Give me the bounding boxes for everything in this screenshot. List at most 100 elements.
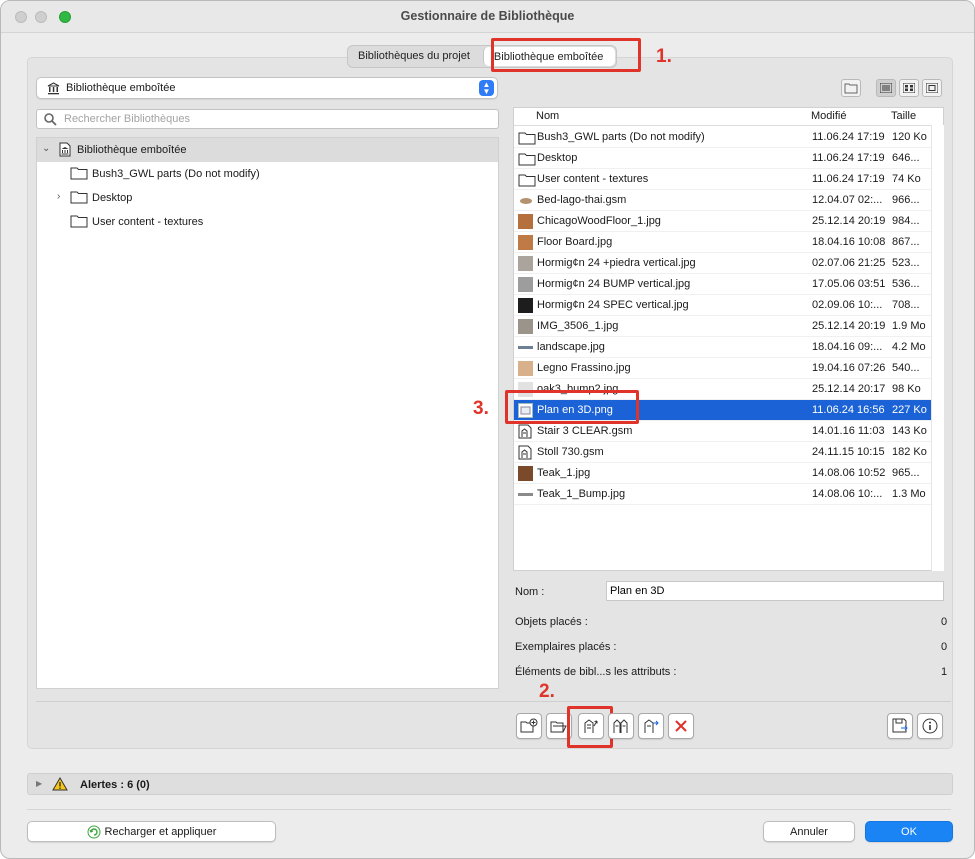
chevron-right-icon[interactable]: › [57,191,60,202]
file-modified: 18.04.16 09:... [812,341,883,353]
alerts-bar[interactable]: ▶ Alertes : 6 (0) [27,773,953,795]
file-row[interactable]: Hormig¢n 24 SPEC vertical.jpg 02.09.06 10… [514,295,943,316]
file-size: 984... [892,215,920,227]
chevron-down-icon[interactable]: ⌄ [42,143,50,154]
file-name: Plan en 3D.png [537,404,613,416]
tree-item-bush3-parts[interactable]: Bush3_GWL parts (Do not modify) [37,162,498,186]
library-object-icon [518,424,533,439]
cancel-button[interactable]: Annuler [763,821,855,842]
list-view-icon [880,83,892,93]
divider [36,701,951,702]
library-select[interactable]: Bibliothèque emboîtée ▲ ▼ [36,77,498,99]
file-row[interactable]: Desktop 11.06.24 17:19 646... [514,148,943,169]
file-name: Desktop [537,152,578,164]
tree-item-label: Bush3_GWL parts (Do not modify) [92,168,260,180]
file-row[interactable]: ChicagoWoodFloor_1.jpg 25.12.14 20:19 984.… [514,211,943,232]
library-tree[interactable]: ⌄ Bibliothèque emboîtée Bush3_GWL parts … [36,137,499,689]
view-mode-toolbar [876,79,942,97]
file-row[interactable]: Stoll 730.gsm 24.11.15 10:15 182 Ko [514,442,943,463]
file-row[interactable]: Plan en 3D.png 11.06.24 16:56 227 Ko [514,400,943,421]
file-name: IMG_3506_1.jpg [537,320,619,332]
file-size: 540... [892,362,920,374]
attribute-elements-label: Éléments de bibl...s les attributs : [515,666,677,678]
file-size: 227 Ko [892,404,927,416]
file-row[interactable]: Teak_1_Bump.jpg 14.08.06 10:... 1.3 Mo [514,484,943,505]
add-library-button[interactable] [516,713,542,739]
file-size: 74 Ko [892,173,921,185]
file-row[interactable]: Bed-lago-thai.gsm 12.04.07 02:... 966... [514,190,943,211]
library-search-field[interactable]: Rechercher Bibliothèques [36,109,499,129]
file-list-scrollbar[interactable] [931,125,944,571]
file-row[interactable]: landscape.jpg 18.04.16 09:... 4.2 Mo [514,337,943,358]
file-size: 120 Ko [892,131,927,143]
delete-button[interactable] [668,713,694,739]
file-row[interactable]: Hormig¢n 24 +piedra vertical.jpg 02.07.06… [514,253,943,274]
file-modified: 02.09.06 10:... [812,299,883,311]
folder-icon [70,166,88,183]
tree-item-embedded-library[interactable]: ⌄ Bibliothèque emboîtée [37,138,498,162]
file-name: Bush3_GWL parts (Do not modify) [537,131,705,143]
folder-icon [70,190,88,207]
file-size: 966... [892,194,920,206]
title-bar: Gestionnaire de Bibliothèque [1,1,974,33]
delete-x-icon [675,720,687,732]
tab-embedded-library[interactable]: Bibliothèque emboîtée [482,47,616,66]
grid-view-button[interactable] [899,79,919,97]
object-move-icon [644,719,659,733]
info-icon [922,718,938,734]
column-name[interactable]: Nom [536,110,559,122]
image-thumbnail [518,235,533,250]
file-modified: 11.06.24 16:56 [812,404,885,416]
file-size: 182 Ko [892,446,927,458]
export-object-button[interactable] [578,713,604,739]
column-modified[interactable]: Modifié [811,110,846,122]
new-folder-button[interactable] [841,79,861,97]
folder-icon [518,131,536,146]
file-name: Legno Frassino.jpg [537,362,631,374]
file-row[interactable]: Stair 3 CLEAR.gsm 14.01.16 11:03 143 Ko [514,421,943,442]
list-view-button[interactable] [876,79,896,97]
file-modified: 24.11.15 10:15 [812,446,885,458]
placed-instances-label: Exemplaires placés : [515,641,617,653]
object-export-icon [584,719,598,733]
open-folder-button[interactable] [546,713,572,739]
file-row[interactable]: Teak_1.jpg 14.08.06 10:52 965... [514,463,943,484]
folder-icon [844,83,858,94]
file-modified: 11.06.24 17:19 [812,131,885,143]
disclosure-triangle-icon[interactable]: ▶ [36,779,42,788]
window-title: Gestionnaire de Bibliothèque [400,9,575,23]
save-library-button[interactable] [887,713,913,739]
name-field[interactable] [606,581,944,601]
file-modified: 25.12.14 20:17 [812,383,886,395]
library-select-value: Bibliothèque emboîtée [66,82,176,94]
file-modified: 11.06.24 17:19 [812,173,885,185]
reload-apply-button[interactable]: Recharger et appliquer [27,821,276,842]
file-list[interactable]: Nom Modifié Taille Bush3_GWL parts (Do n… [513,107,944,571]
file-row[interactable]: User content - textures 11.06.24 17:19 74 … [514,169,943,190]
tree-item-desktop[interactable]: › Desktop [37,186,498,210]
tab-project-libraries[interactable]: Bibliothèques du projet [348,46,482,67]
file-row[interactable]: oak3_bump2.jpg 25.12.14 20:17 98 Ko [514,379,943,400]
move-object-button[interactable] [638,713,664,739]
chevron-updown-icon: ▲ ▼ [479,80,494,96]
info-button[interactable] [917,713,943,739]
file-row[interactable]: Legno Frassino.jpg 19.04.16 07:26 540... [514,358,943,379]
folder-add-icon [520,718,538,733]
search-placeholder: Rechercher Bibliothèques [64,113,190,125]
file-size: 646... [892,152,920,164]
file-modified: 19.04.16 07:26 [812,362,886,374]
file-modified: 11.06.24 17:19 [812,152,885,164]
library-object-icon [518,445,533,460]
object-duplicate-icon [613,719,628,733]
file-row[interactable]: Hormig¢n 24 BUMP vertical.jpg 17.05.06 03… [514,274,943,295]
tree-item-user-content-textures[interactable]: User content - textures [37,210,498,234]
column-size[interactable]: Taille [891,110,916,122]
tree-item-label: Bibliothèque emboîtée [77,144,187,156]
duplicate-object-button[interactable] [608,713,634,739]
divider [27,809,951,810]
file-row[interactable]: Floor Board.jpg 18.04.16 10:08 867... [514,232,943,253]
preview-view-button[interactable] [922,79,942,97]
file-row[interactable]: Bush3_GWL parts (Do not modify) 11.06.24 … [514,127,943,148]
file-row[interactable]: IMG_3506_1.jpg 25.12.14 20:19 1.9 Mo [514,316,943,337]
ok-button[interactable]: OK [865,821,953,842]
